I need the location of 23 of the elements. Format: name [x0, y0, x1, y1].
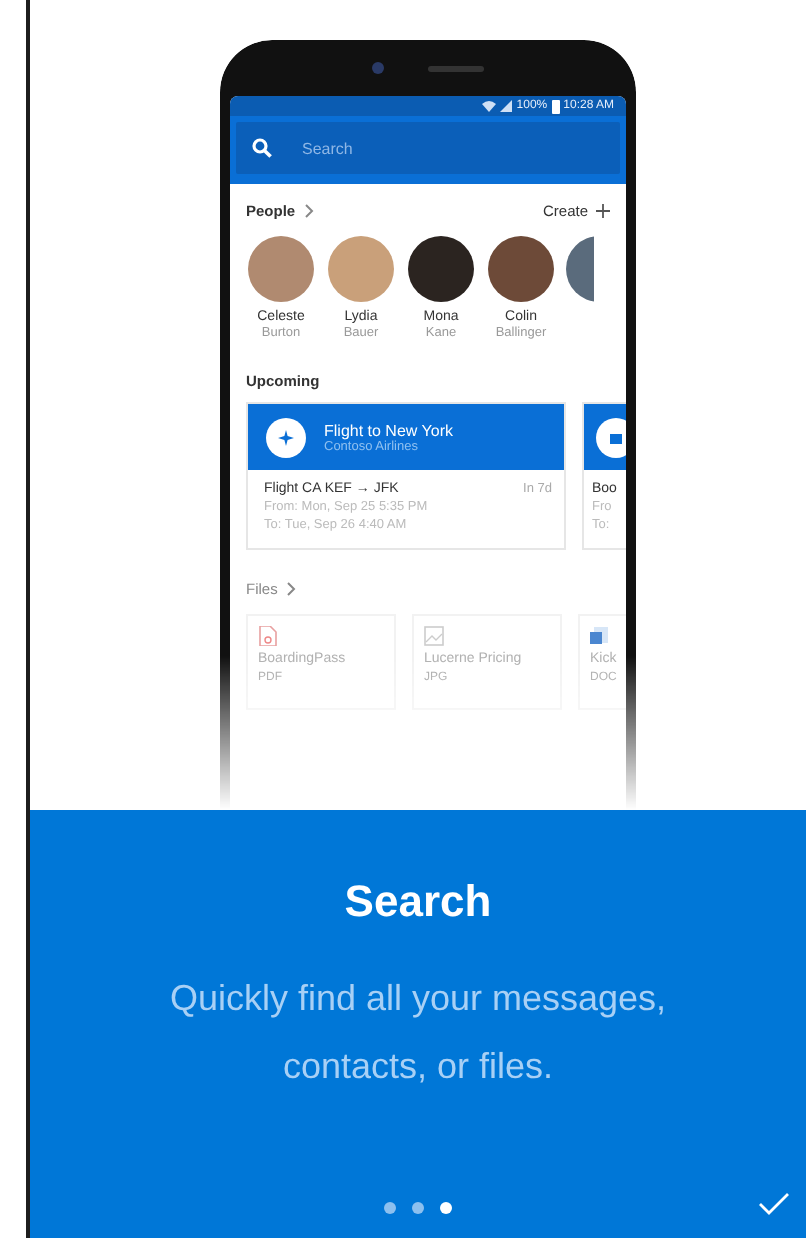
search-icon: [252, 138, 272, 158]
speaker-grille: [428, 65, 484, 71]
camera-icon: [372, 62, 384, 74]
page-dot[interactable]: [412, 1202, 424, 1214]
search-placeholder: Search: [302, 139, 353, 157]
search-field[interactable]: Search: [236, 122, 620, 174]
page-dot[interactable]: [384, 1202, 396, 1214]
chevron-right-icon: [285, 582, 296, 596]
image-file-icon: [424, 626, 444, 646]
avatar-placeholder[interactable]: [488, 236, 554, 302]
event-title: Flight to New York: [324, 421, 453, 439]
wifi-icon: [482, 100, 497, 112]
plus-icon: [596, 204, 610, 218]
avatar-placeholder[interactable]: [408, 236, 474, 302]
onboarding-title: Search: [344, 876, 492, 928]
signal-icon: [500, 100, 513, 112]
pdf-file-icon: [258, 626, 278, 646]
battery-icon: [551, 99, 560, 113]
chevron-right-icon: [303, 204, 314, 218]
onboarding-description: Quickly find all your messages, contacts, or files.: [167, 976, 669, 1090]
page-dot[interactable]: [440, 1202, 452, 1214]
document-file-icon: [590, 626, 610, 646]
checkmark-button[interactable]: [758, 1192, 790, 1216]
